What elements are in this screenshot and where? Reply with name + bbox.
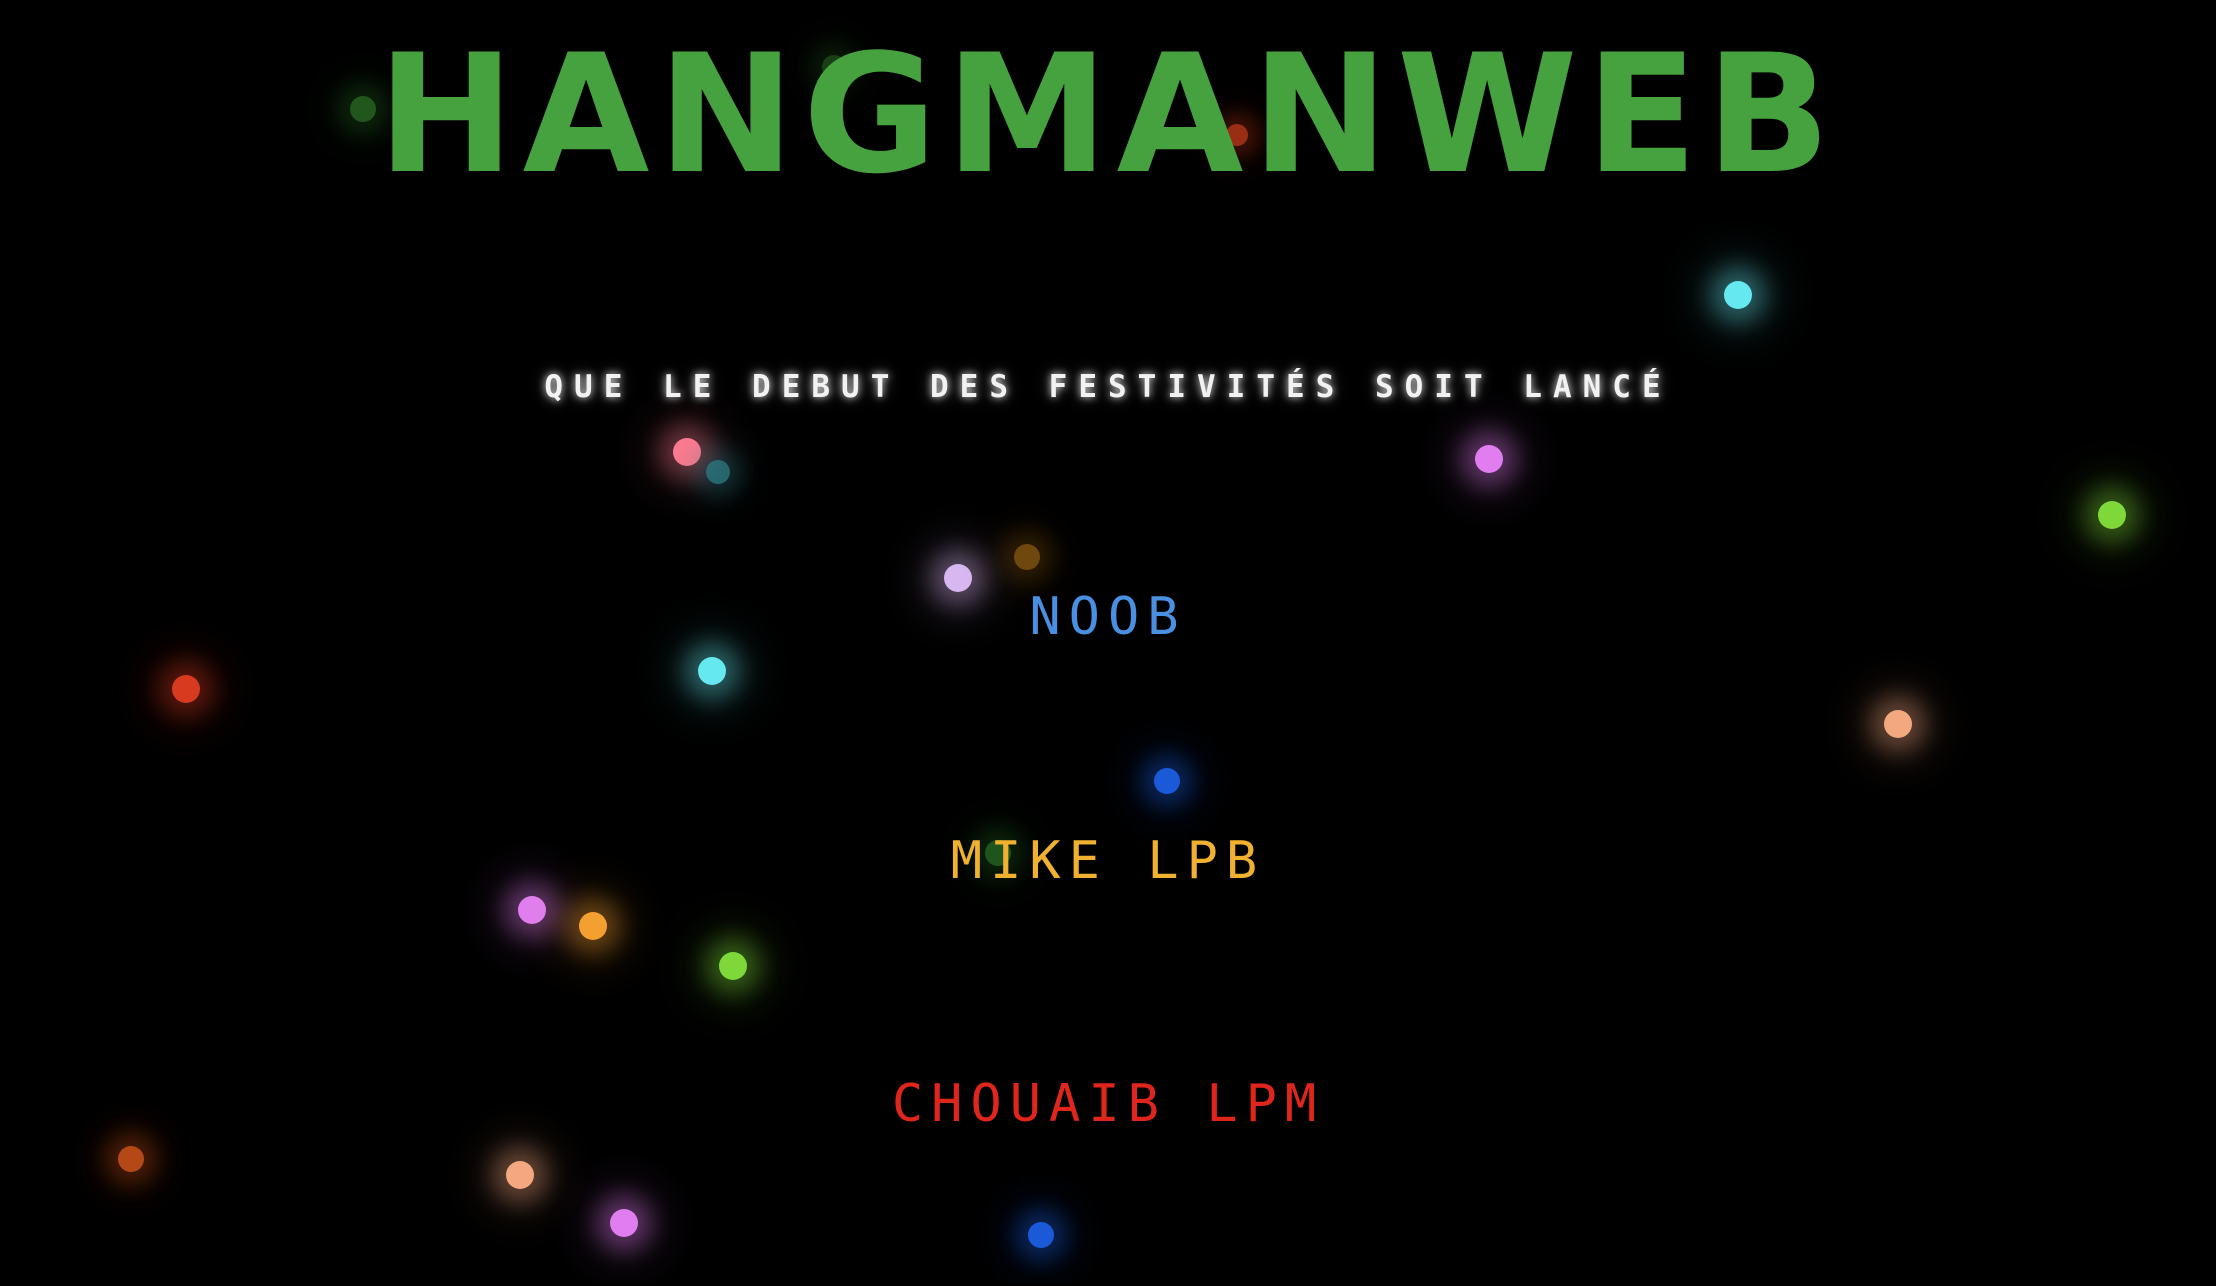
glow-particle (118, 1146, 144, 1172)
glow-particle (1884, 710, 1912, 738)
glow-particle (172, 675, 200, 703)
level-button-noob[interactable]: NOOB (0, 587, 2216, 647)
glow-particle (1028, 1222, 1054, 1248)
level-button-mike-lpb[interactable]: MIKE LPB (0, 831, 2216, 891)
glow-particle (706, 460, 730, 484)
tagline: QUE LE DEBUT DES FESTIVITÉS SOIT LANCÉ (544, 369, 1672, 405)
glow-particle (719, 952, 747, 980)
glow-particle (518, 896, 546, 924)
glow-particle (2098, 501, 2126, 529)
game-title: HANGMANWEB (377, 19, 1839, 210)
glow-particle (1475, 445, 1503, 473)
glow-particle (1014, 544, 1040, 570)
game-screen: HANGMANWEB QUE LE DEBUT DES FESTIVITÉS S… (0, 0, 2216, 1284)
glow-particle (610, 1209, 638, 1237)
glow-particle (1154, 768, 1180, 794)
glow-particle (673, 438, 701, 466)
glow-particle (579, 912, 607, 940)
glow-particle (698, 657, 726, 685)
level-button-chouaib-lpm[interactable]: CHOUAIB LPM (0, 1074, 2216, 1134)
glow-particle (506, 1161, 534, 1189)
glow-particle (1724, 281, 1752, 309)
